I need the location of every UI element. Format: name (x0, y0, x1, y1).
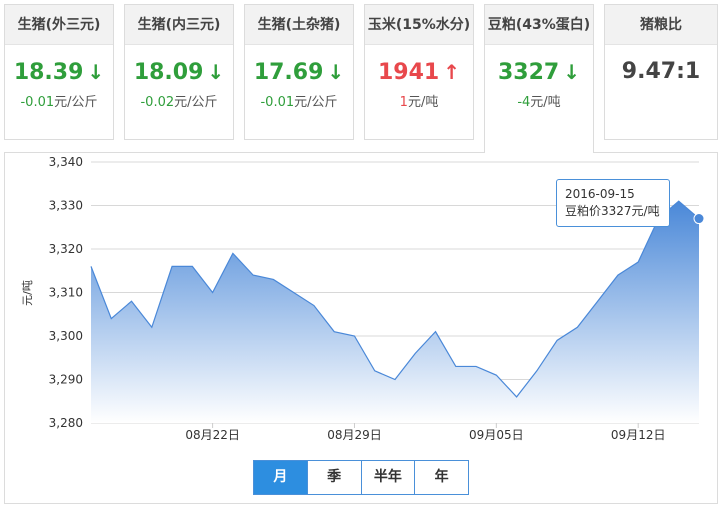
card-change-unit: 元/吨 (407, 95, 439, 110)
x-tick-labels: 08月22日 08月29日 09月05日 09月12日 (185, 423, 665, 442)
card-title: 豆粕(43%蛋白) (485, 5, 593, 45)
card-change-number: -0.02 (140, 95, 175, 110)
card-value: 18.39 ↓ (5, 57, 113, 87)
card-value-number: 9.47:1 (621, 59, 701, 84)
arrow-down-icon: ↓ (563, 60, 580, 84)
card-change-number: 1 (399, 95, 408, 110)
x-tick-label: 09月05日 (469, 428, 524, 442)
card-change-unit: 元/公斤 (54, 95, 98, 110)
card-value: 18.09 ↓ (125, 57, 233, 87)
x-tick-label: 09月12日 (611, 428, 666, 442)
arrow-up-icon: ↑ (443, 60, 460, 84)
arrow-down-icon: ↓ (207, 60, 225, 84)
card-change: -0.02元/公斤 (125, 91, 233, 110)
card-change-unit: 元/公斤 (174, 95, 218, 110)
card-change-unit: 元/公斤 (294, 95, 338, 110)
card-value: 3327 ↓ (485, 57, 593, 87)
tab-quarter[interactable]: 季 (308, 461, 362, 494)
card-value: 17.69 ↓ (245, 57, 353, 87)
card-change-number: -0.01 (20, 95, 55, 110)
tooltip-text: 豆粕价3327元/吨 (565, 204, 660, 218)
card-change: -0.01元/公斤 (5, 91, 113, 110)
x-tick-label: 08月22日 (185, 428, 240, 442)
tab-month[interactable]: 月 (254, 461, 308, 494)
tooltip-date: 2016-09-15 (565, 187, 635, 201)
card-pig-inner[interactable]: 生猪(内三元) 18.09 ↓ -0.02元/公斤 (124, 4, 234, 140)
card-value-number: 18.09 (133, 60, 204, 85)
card-soymeal[interactable]: 豆粕(43%蛋白) 3327 ↓ -4元/吨 (484, 4, 594, 153)
y-tick-label: 3,300 (49, 329, 83, 343)
arrow-down-icon: ↓ (327, 60, 345, 84)
period-tabs: 月 季 半年 年 (253, 460, 469, 495)
area-series (90, 200, 705, 423)
card-value-number: 1941 (378, 60, 440, 85)
card-change: -0.01元/公斤 (245, 91, 353, 110)
tab-year[interactable]: 年 (415, 461, 468, 494)
arrow-down-icon: ↓ (87, 60, 105, 84)
y-tick-label: 3,330 (49, 199, 83, 213)
chart-tooltip: 2016-09-15 豆粕价3327元/吨 (556, 179, 670, 227)
card-value: 1941 ↑ (365, 57, 473, 87)
area-fill (91, 201, 699, 423)
card-change-number: -4 (517, 95, 531, 110)
price-cards: 生猪(外三元) 18.39 ↓ -0.01元/公斤 生猪(内三元) 18.09 ↓ … (4, 4, 718, 153)
card-change: 1元/吨 (365, 91, 473, 110)
card-title: 猪粮比 (605, 5, 717, 45)
y-tick-label: 3,280 (49, 416, 83, 430)
card-change-unit: 元/吨 (530, 95, 561, 110)
y-tick-label: 3,290 (49, 373, 83, 387)
tab-half-year[interactable]: 半年 (362, 461, 416, 494)
card-value-number: 18.39 (13, 60, 84, 85)
card-title: 生猪(土杂猪) (245, 5, 353, 45)
card-change-number: -0.01 (260, 95, 295, 110)
card-title: 玉米(15%水分) (365, 5, 473, 45)
y-tick-label: 3,320 (49, 242, 83, 256)
card-value: 9.47:1 (605, 57, 717, 87)
x-tick-label: 08月29日 (327, 428, 382, 442)
card-value-number: 3327 (498, 60, 560, 85)
y-axis-label: 元/吨 (21, 280, 34, 306)
highlighted-data-point[interactable] (693, 213, 705, 225)
y-tick-labels: 3,280 3,290 3,300 3,310 3,320 3,330 3,340 (49, 155, 83, 430)
card-value-number: 17.69 (253, 60, 324, 85)
card-pig-local[interactable]: 生猪(土杂猪) 17.69 ↓ -0.01元/公斤 (244, 4, 354, 140)
card-pig-grain-ratio[interactable]: 猪粮比 9.47:1 (604, 4, 718, 140)
card-change: -4元/吨 (485, 91, 593, 110)
card-corn[interactable]: 玉米(15%水分) 1941 ↑ 1元/吨 (364, 4, 474, 140)
y-tick-label: 3,310 (49, 286, 83, 300)
card-pig-outer[interactable]: 生猪(外三元) 18.39 ↓ -0.01元/公斤 (4, 4, 114, 140)
y-tick-label: 3,340 (49, 155, 83, 169)
card-title: 生猪(外三元) (5, 5, 113, 45)
card-title: 生猪(内三元) (125, 5, 233, 45)
